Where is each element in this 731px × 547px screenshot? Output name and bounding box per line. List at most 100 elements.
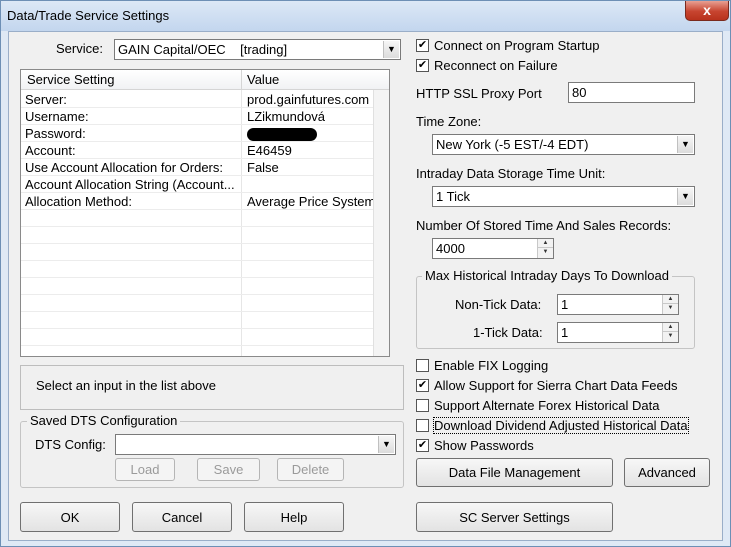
table-row[interactable]: Username: LZikmundová bbox=[21, 108, 373, 125]
check-icon[interactable]: ✔ bbox=[416, 439, 429, 452]
row-gridline bbox=[21, 260, 389, 261]
row-gridline bbox=[21, 345, 389, 346]
connect-on-startup-label: Connect on Program Startup bbox=[434, 38, 600, 53]
stored-records-label: Number Of Stored Time And Sales Records: bbox=[416, 218, 672, 233]
spin-down-icon[interactable]: ▼ bbox=[663, 332, 678, 341]
spin-down-icon[interactable]: ▼ bbox=[663, 304, 678, 313]
check-icon[interactable]: ✔ bbox=[416, 39, 429, 52]
table-row[interactable]: Account: E46459 bbox=[21, 142, 373, 159]
row-gridline bbox=[21, 311, 389, 312]
chevron-down-icon[interactable]: ▼ bbox=[677, 188, 693, 205]
max-historical-title: Max Historical Intraday Days To Download bbox=[422, 268, 672, 283]
setting-name: Password: bbox=[25, 126, 86, 141]
row-gridline bbox=[21, 243, 389, 244]
stored-records-value: 4000 bbox=[436, 241, 465, 256]
dts-config-dropdown[interactable]: ▼ bbox=[115, 434, 396, 455]
close-icon: x bbox=[703, 2, 711, 18]
storage-unit-value: 1 Tick bbox=[436, 189, 470, 204]
time-zone-dropdown[interactable]: New York (-5 EST/-4 EDT) ▼ bbox=[432, 134, 695, 155]
close-button[interactable]: x bbox=[685, 1, 729, 21]
setting-name: Server: bbox=[25, 92, 67, 107]
table-row[interactable]: Account Allocation String (Account... bbox=[21, 176, 373, 193]
help-button[interactable]: Help bbox=[244, 502, 344, 532]
proxy-port-value: 80 bbox=[572, 85, 587, 100]
check-icon[interactable]: ✔ bbox=[416, 379, 429, 392]
service-label: Service: bbox=[56, 41, 103, 56]
chevron-down-icon[interactable]: ▼ bbox=[378, 436, 394, 453]
sc-server-settings-button[interactable]: SC Server Settings bbox=[416, 502, 613, 532]
time-zone-label: Time Zone: bbox=[416, 114, 482, 129]
cancel-button[interactable]: Cancel bbox=[132, 502, 232, 532]
settings-window: Data/Trade Service Settings x Service: G… bbox=[0, 0, 731, 547]
storage-unit-label: Intraday Data Storage Time Unit: bbox=[416, 166, 606, 181]
checkbox-label: Enable FIX Logging bbox=[434, 358, 549, 373]
window-title: Data/Trade Service Settings bbox=[7, 8, 170, 23]
setting-name: Use Account Allocation for Orders: bbox=[25, 160, 223, 175]
spin-down-icon[interactable]: ▼ bbox=[538, 248, 553, 257]
setting-value: False bbox=[247, 160, 279, 175]
setting-value: LZikmundová bbox=[247, 109, 326, 124]
table-row[interactable]: Server: prod.gainfutures.com bbox=[21, 91, 373, 108]
checkbox-label: Support Alternate Forex Historical Data bbox=[434, 398, 660, 413]
non-tick-spinner[interactable]: ▲ ▼ bbox=[662, 295, 678, 314]
storage-unit-dropdown[interactable]: 1 Tick ▼ bbox=[432, 186, 695, 207]
proxy-port-input[interactable]: 80 bbox=[568, 82, 695, 103]
spin-up-icon[interactable]: ▲ bbox=[663, 295, 678, 304]
ok-button[interactable]: OK bbox=[20, 502, 120, 532]
advanced-button[interactable]: Advanced bbox=[624, 458, 710, 487]
row-gridline bbox=[21, 328, 389, 329]
service-dropdown[interactable]: GAIN Capital/OEC [trading] ▼ bbox=[114, 39, 401, 60]
column-header-setting[interactable]: Service Setting bbox=[27, 72, 114, 87]
setting-name: Username: bbox=[25, 109, 89, 124]
reconnect-on-failure-label: Reconnect on Failure bbox=[434, 58, 558, 73]
delete-button[interactable]: Delete bbox=[277, 458, 344, 481]
proxy-port-label: HTTP SSL Proxy Port bbox=[416, 86, 542, 101]
spin-up-icon[interactable]: ▲ bbox=[663, 323, 678, 332]
non-tick-value: 1 bbox=[561, 297, 569, 312]
help-text: Select an input in the list above bbox=[36, 378, 216, 393]
saved-dts-title: Saved DTS Configuration bbox=[27, 413, 181, 428]
setting-value: prod.gainfutures.com bbox=[247, 92, 370, 107]
setting-name: Account: bbox=[25, 143, 76, 158]
list-scrollbar[interactable] bbox=[373, 90, 389, 356]
row-gridline bbox=[21, 294, 389, 295]
table-row[interactable]: Use Account Allocation for Orders: False bbox=[21, 159, 373, 176]
masked-password bbox=[247, 126, 317, 142]
save-button[interactable]: Save bbox=[197, 458, 260, 481]
chevron-down-icon[interactable]: ▼ bbox=[677, 136, 693, 153]
dialog-client-area: Service: GAIN Capital/OEC [trading] ▼ Se… bbox=[8, 31, 723, 541]
checkbox-box[interactable] bbox=[416, 419, 429, 432]
service-value: GAIN Capital/OEC [trading] bbox=[118, 42, 288, 57]
setting-value: E46459 bbox=[247, 143, 292, 158]
table-row[interactable]: Allocation Method: Average Price System bbox=[21, 193, 376, 210]
load-button[interactable]: Load bbox=[115, 458, 175, 481]
stored-records-spinner[interactable]: ▲ ▼ bbox=[537, 239, 553, 258]
column-separator[interactable] bbox=[241, 70, 242, 90]
one-tick-label: 1-Tick Data: bbox=[473, 325, 543, 340]
checkbox-label: Show Passwords bbox=[434, 438, 534, 453]
check-icon[interactable]: ✔ bbox=[416, 59, 429, 72]
checkbox-box[interactable] bbox=[416, 399, 429, 412]
row-gridline bbox=[21, 226, 389, 227]
one-tick-spinner[interactable]: ▲ ▼ bbox=[662, 323, 678, 342]
setting-name: Account Allocation String (Account... bbox=[25, 177, 235, 192]
non-tick-input[interactable]: 1 ▲ ▼ bbox=[557, 294, 679, 315]
help-text-box: Select an input in the list above bbox=[20, 365, 404, 410]
table-row[interactable]: Password: bbox=[21, 125, 373, 142]
checkbox-box[interactable] bbox=[416, 359, 429, 372]
password-mask bbox=[247, 128, 317, 142]
row-gridline bbox=[21, 277, 389, 278]
service-settings-list[interactable]: Service Setting Value Server: prod.gainfu… bbox=[20, 69, 390, 357]
stored-records-input[interactable]: 4000 ▲ ▼ bbox=[432, 238, 554, 259]
checkbox-label: Allow Support for Sierra Chart Data Feed… bbox=[434, 378, 678, 393]
title-bar[interactable]: Data/Trade Service Settings x bbox=[1, 1, 730, 31]
column-header-value[interactable]: Value bbox=[247, 72, 279, 87]
spin-up-icon[interactable]: ▲ bbox=[538, 239, 553, 248]
list-header: Service Setting Value bbox=[21, 70, 389, 90]
data-file-management-button[interactable]: Data File Management bbox=[416, 458, 613, 487]
time-zone-value: New York (-5 EST/-4 EDT) bbox=[436, 137, 589, 152]
non-tick-label: Non-Tick Data: bbox=[455, 297, 542, 312]
chevron-down-icon[interactable]: ▼ bbox=[383, 41, 399, 58]
one-tick-input[interactable]: 1 ▲ ▼ bbox=[557, 322, 679, 343]
setting-value: Average Price System bbox=[247, 194, 376, 209]
